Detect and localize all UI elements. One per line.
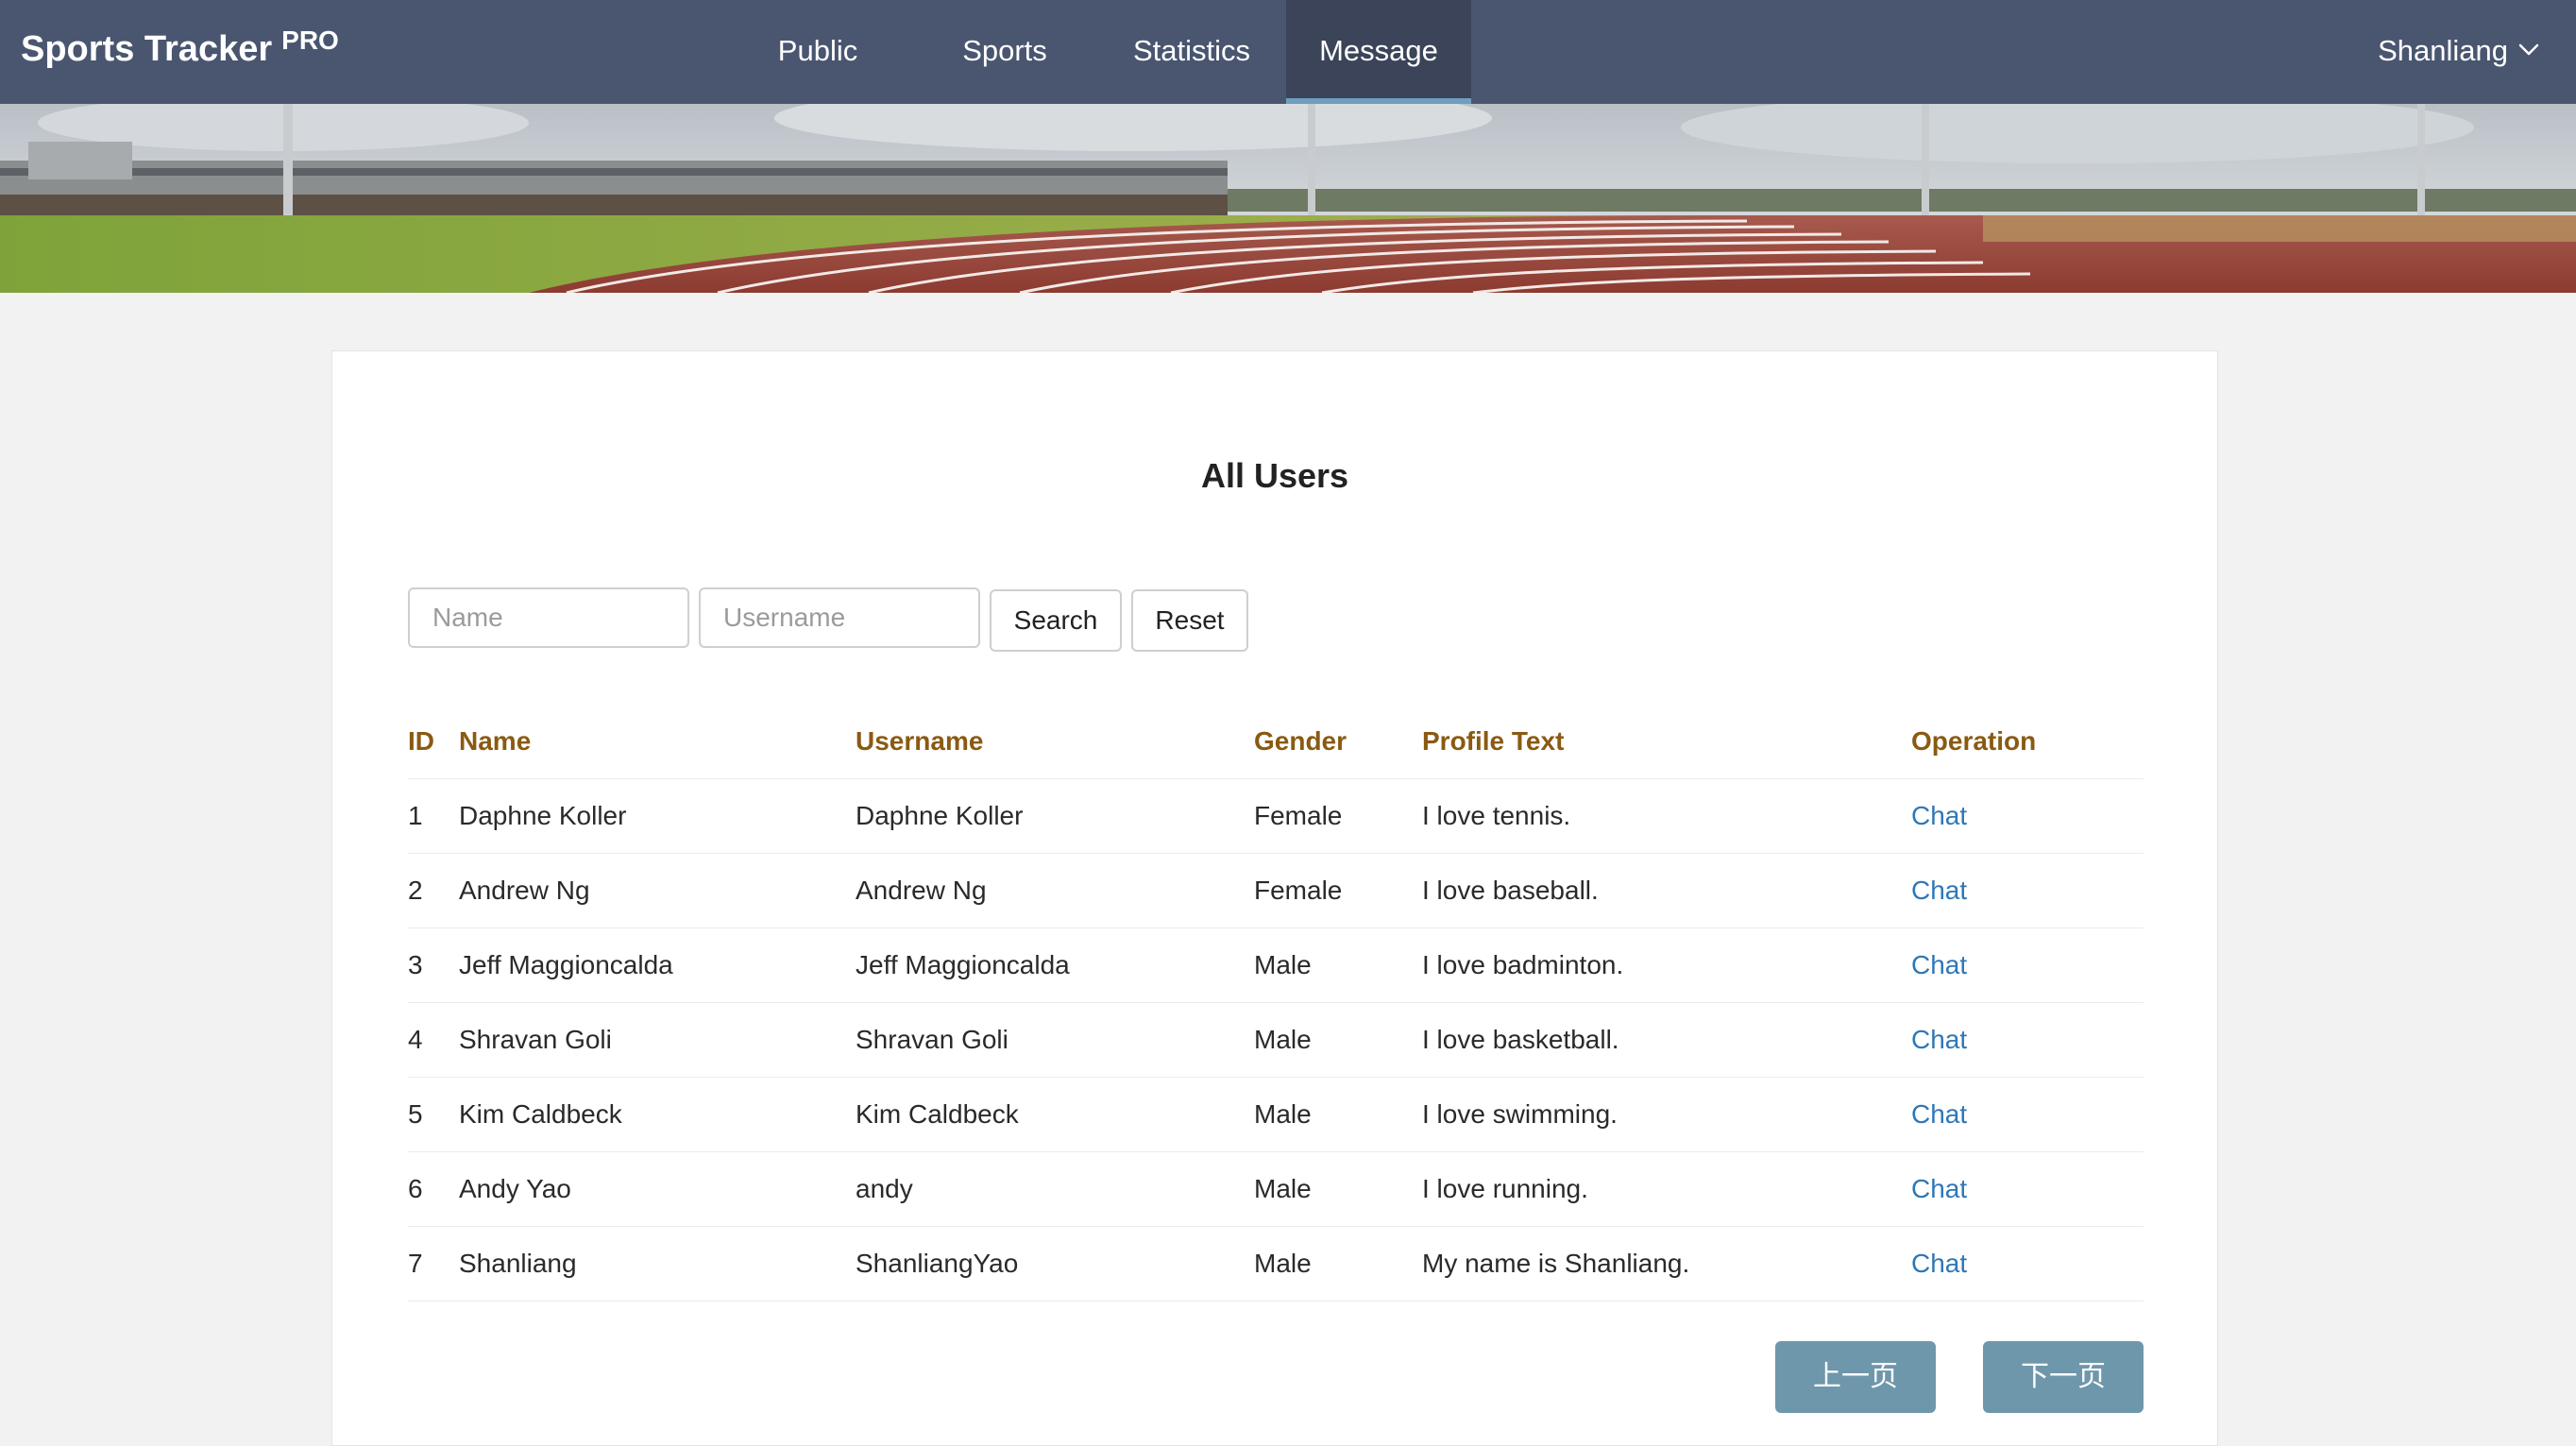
cell-username: Kim Caldbeck xyxy=(856,1099,1019,1129)
cell-profile-text: My name is Shanliang. xyxy=(1422,1249,1690,1278)
cell-username: Daphne Koller xyxy=(856,801,1024,830)
cell-name: Andrew Ng xyxy=(459,876,590,905)
users-card: All Users Search Reset ID Name Username … xyxy=(331,350,2218,1446)
cell-id: 1 xyxy=(408,801,423,830)
chat-link[interactable]: Chat xyxy=(1911,1227,1967,1301)
cell-gender: Male xyxy=(1254,1249,1312,1278)
cell-name: Shravan Goli xyxy=(459,1025,612,1054)
user-name: Shanliang xyxy=(2378,34,2508,67)
cell-username: Andrew Ng xyxy=(856,876,987,905)
column-header-gender: Gender xyxy=(1254,726,1347,756)
cell-profile-text: I love badminton. xyxy=(1422,950,1624,979)
column-header-operation: Operation xyxy=(1911,726,2037,756)
table-row: 2 Andrew Ng Andrew Ng Female I love base… xyxy=(408,854,2144,928)
column-header-name: Name xyxy=(459,726,532,756)
table-row: 6 Andy Yao andy Male I love running. Cha… xyxy=(408,1152,2144,1227)
cell-id: 2 xyxy=(408,876,423,905)
chat-link[interactable]: Chat xyxy=(1911,779,1967,853)
cell-profile-text: I love basketball. xyxy=(1422,1025,1619,1054)
table-row: 1 Daphne Koller Daphne Koller Female I l… xyxy=(408,779,2144,854)
table-row: 3 Jeff Maggioncalda Jeff Maggioncalda Ma… xyxy=(408,928,2144,1003)
reset-button[interactable]: Reset xyxy=(1131,589,1248,652)
cell-gender: Female xyxy=(1254,801,1343,830)
chat-link[interactable]: Chat xyxy=(1911,1152,1967,1226)
cell-username: Jeff Maggioncalda xyxy=(856,950,1070,979)
cell-name: Daphne Koller xyxy=(459,801,627,830)
cell-gender: Male xyxy=(1254,950,1312,979)
brand-badge: PRO xyxy=(281,26,339,55)
brand-logo[interactable]: Sports Tracker PRO xyxy=(21,26,339,73)
cell-profile-text: I love swimming. xyxy=(1422,1099,1618,1129)
cell-name: Kim Caldbeck xyxy=(459,1099,622,1129)
cell-name: Shanliang xyxy=(459,1249,577,1278)
cell-profile-text: I love baseball. xyxy=(1422,876,1599,905)
name-search-input[interactable] xyxy=(408,587,689,648)
cell-profile-text: I love tennis. xyxy=(1422,801,1571,830)
chat-link[interactable]: Chat xyxy=(1911,1003,1967,1077)
column-header-id: ID xyxy=(408,726,434,756)
cell-username: andy xyxy=(856,1174,913,1203)
cell-id: 5 xyxy=(408,1099,423,1129)
cell-username: Shravan Goli xyxy=(856,1025,1008,1054)
next-page-button[interactable]: 下一页 xyxy=(1983,1341,2144,1413)
column-header-username: Username xyxy=(856,726,984,756)
nav-item-message[interactable]: Message xyxy=(1286,0,1471,104)
chat-link[interactable]: Chat xyxy=(1911,854,1967,927)
nav-item-statistics[interactable]: Statistics xyxy=(1099,0,1284,104)
table-header-row: ID Name Username Gender Profile Text Ope… xyxy=(408,705,2144,779)
user-menu[interactable]: Shanliang xyxy=(2378,0,2540,104)
brand-name: Sports Tracker xyxy=(21,29,273,69)
cell-gender: Male xyxy=(1254,1099,1312,1129)
chat-link[interactable]: Chat xyxy=(1911,928,1967,1002)
cell-username: ShanliangYao xyxy=(856,1249,1019,1278)
cell-id: 7 xyxy=(408,1249,423,1278)
cell-name: Jeff Maggioncalda xyxy=(459,950,673,979)
page-title: All Users xyxy=(1200,456,1349,495)
chat-link[interactable]: Chat xyxy=(1911,1078,1967,1151)
cell-gender: Female xyxy=(1254,876,1343,905)
cell-id: 6 xyxy=(408,1174,423,1203)
previous-page-button[interactable]: 上一页 xyxy=(1775,1341,1936,1413)
table-row: 7 Shanliang ShanliangYao Male My name is… xyxy=(408,1227,2144,1301)
cell-id: 4 xyxy=(408,1025,423,1054)
column-header-profile-text: Profile Text xyxy=(1422,726,1565,756)
search-button[interactable]: Search xyxy=(990,589,1122,652)
nav-item-sports[interactable]: Sports xyxy=(912,0,1097,104)
cell-id: 3 xyxy=(408,950,423,979)
chevron-down-icon xyxy=(2518,43,2539,56)
stadium-banner xyxy=(0,104,2576,293)
nav-item-public[interactable]: Public xyxy=(725,0,910,104)
running-track-image xyxy=(0,104,2576,293)
cell-gender: Male xyxy=(1254,1025,1312,1054)
table-row: 4 Shravan Goli Shravan Goli Male I love … xyxy=(408,1003,2144,1078)
username-search-input[interactable] xyxy=(699,587,980,648)
top-navbar: Sports Tracker PRO Public Sports Statisti… xyxy=(0,0,2576,104)
cell-profile-text: I love running. xyxy=(1422,1174,1588,1203)
cell-gender: Male xyxy=(1254,1174,1312,1203)
users-table: ID Name Username Gender Profile Text Ope… xyxy=(408,705,2144,1301)
table-row: 5 Kim Caldbeck Kim Caldbeck Male I love … xyxy=(408,1078,2144,1152)
cell-name: Andy Yao xyxy=(459,1174,571,1203)
